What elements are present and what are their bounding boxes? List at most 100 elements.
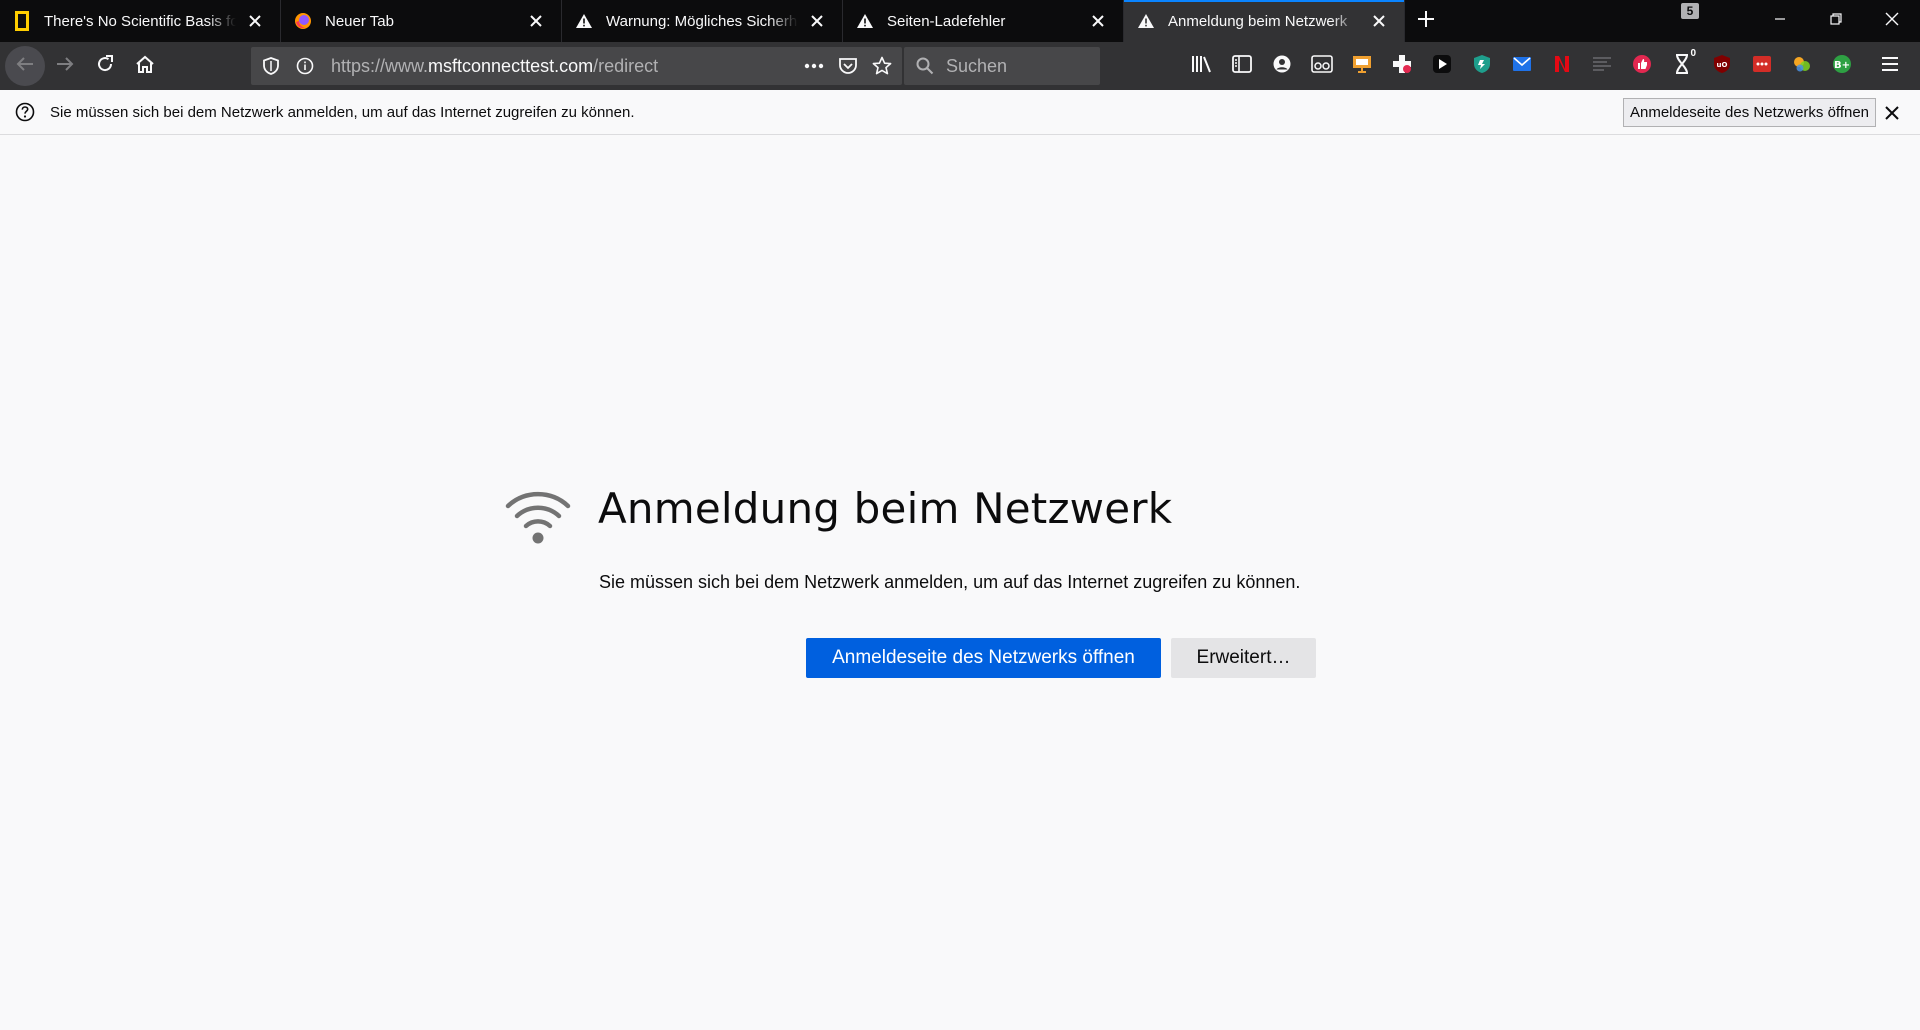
warning-icon [855, 11, 875, 31]
arrow-right-icon [56, 56, 74, 77]
close-icon[interactable] [806, 10, 828, 32]
notification-message: Sie müssen sich bei dem Netzwerk anmelde… [50, 103, 635, 121]
tab-race-article[interactable]: There's No Scientific Basis for Race—It'… [0, 0, 281, 42]
search-input[interactable]: Suchen [904, 47, 1100, 85]
warning-icon [574, 11, 594, 31]
close-icon[interactable] [1087, 10, 1109, 32]
wifi-icon [504, 490, 572, 546]
medical-cross-icon [1392, 54, 1412, 79]
timer-extension-button[interactable]: 0 [1662, 42, 1702, 90]
reader-glasses-button[interactable] [1302, 42, 1342, 90]
shield-icon[interactable] [257, 52, 285, 80]
url-path: /redirect [593, 55, 659, 76]
restore-button[interactable] [1808, 0, 1864, 42]
password-icon [1752, 55, 1772, 78]
star-icon[interactable] [868, 52, 896, 80]
home-button[interactable] [125, 46, 165, 86]
privacy-extension-button[interactable] [1462, 42, 1502, 90]
netflix-extension-button[interactable] [1542, 42, 1582, 90]
mail-extension-button[interactable] [1502, 42, 1542, 90]
toolbar-icons: 0 uO B+ [1182, 42, 1910, 90]
tab-network-login[interactable]: Anmeldung beim Netzwerk [1124, 0, 1405, 42]
url-bar[interactable]: https://www.msftconnecttest.com/redirect [251, 47, 902, 85]
youtube-extension-button[interactable] [1422, 42, 1462, 90]
tab-title: There's No Scientific Basis for Race—It'… [44, 12, 236, 30]
warning-icon [1136, 11, 1156, 31]
close-icon[interactable] [244, 10, 266, 32]
rss-extension-button[interactable] [1342, 42, 1382, 90]
close-icon[interactable] [1368, 10, 1390, 32]
url-text[interactable]: https://www.msftconnecttest.com/redirect [331, 56, 794, 77]
captive-portal-notification-bar: Sie müssen sich bei dem Netzwerk anmelde… [0, 90, 1920, 135]
b-plus-icon: B+ [1832, 54, 1852, 79]
minimize-button[interactable] [1752, 0, 1808, 42]
sidebar-button[interactable] [1222, 42, 1262, 90]
palette-icon [1792, 54, 1812, 79]
national-geographic-icon [12, 11, 32, 31]
lines-icon [1592, 56, 1612, 77]
thumbs-up-icon [1632, 54, 1652, 79]
navigation-toolbar: https://www.msftconnecttest.com/redirect… [0, 42, 1920, 90]
arrow-left-icon [16, 56, 34, 77]
tab-title: Seiten-Ladefehler [887, 12, 1006, 30]
play-icon [1432, 54, 1452, 79]
glasses-icon [1311, 54, 1333, 78]
url-prefix: https://www. [331, 55, 429, 76]
more-actions-icon[interactable] [800, 52, 828, 80]
new-tab-button[interactable] [1405, 0, 1447, 42]
presentation-icon [1352, 55, 1372, 78]
medical-extension-button[interactable] [1382, 42, 1422, 90]
account-button[interactable] [1262, 42, 1302, 90]
tab-new-tab[interactable]: Neuer Tab [281, 0, 562, 42]
tab-count-badge: 5 [1681, 3, 1699, 19]
library-icon [1191, 55, 1213, 78]
close-icon[interactable] [1880, 101, 1904, 125]
extension-badge: 0 [1690, 48, 1696, 59]
menu-button[interactable] [1870, 42, 1910, 90]
close-window-button[interactable] [1864, 0, 1920, 42]
plus-icon [1417, 10, 1435, 33]
tab-security-warning[interactable]: Warnung: Mögliches Sicherheitsrisiko erk… [562, 0, 843, 42]
reload-icon [96, 54, 114, 78]
tabstrip-spacer [1447, 0, 1752, 42]
search-placeholder: Suchen [946, 55, 1008, 76]
tab-title: Anmeldung beim Netzwerk [1168, 12, 1348, 30]
netflix-icon [1552, 54, 1572, 79]
minimize-icon [1774, 12, 1786, 30]
svg-text:uO: uO [1717, 61, 1728, 69]
question-icon [14, 101, 36, 123]
open-login-page-button[interactable]: Anmeldeseite des Netzwerks öffnen [806, 638, 1161, 678]
shield-icon [1473, 54, 1491, 79]
tab-page-load-error[interactable]: Seiten-Ladefehler [843, 0, 1124, 42]
info-icon[interactable] [291, 52, 319, 80]
reload-button[interactable] [85, 46, 125, 86]
bplus-extension-button[interactable]: B+ [1822, 42, 1862, 90]
restore-icon [1830, 12, 1842, 30]
library-button[interactable] [1182, 42, 1222, 90]
url-domain: msftconnecttest.com [428, 55, 594, 76]
account-icon [1272, 54, 1292, 79]
close-icon [1885, 12, 1899, 31]
forward-button[interactable] [45, 46, 85, 86]
tab-strip: There's No Scientific Basis for Race—It'… [0, 0, 1920, 42]
ublock-icon: uO [1713, 54, 1731, 79]
hamburger-menu-icon [1881, 56, 1899, 77]
search-icon [916, 57, 934, 75]
filter-extension-button[interactable] [1582, 42, 1622, 90]
advanced-button[interactable]: Erweitert… [1171, 638, 1316, 678]
colorful-extension-button[interactable] [1782, 42, 1822, 90]
page-title: Anmeldung beim Netzwerk [598, 484, 1173, 533]
sidebar-icon [1232, 54, 1252, 78]
like-extension-button[interactable] [1622, 42, 1662, 90]
hourglass-icon [1674, 53, 1690, 79]
firefox-icon [293, 11, 313, 31]
open-login-page-button[interactable]: Anmeldeseite des Netzwerks öffnen [1623, 98, 1877, 127]
ublock-extension-button[interactable]: uO [1702, 42, 1742, 90]
page-description: Sie müssen sich bei dem Netzwerk anmelde… [599, 572, 1301, 592]
close-icon[interactable] [525, 10, 547, 32]
pocket-icon[interactable] [834, 52, 862, 80]
lastpass-extension-button[interactable] [1742, 42, 1782, 90]
tab-title: Neuer Tab [325, 12, 394, 30]
svg-text:B+: B+ [1834, 60, 1850, 71]
back-button[interactable] [5, 46, 45, 86]
